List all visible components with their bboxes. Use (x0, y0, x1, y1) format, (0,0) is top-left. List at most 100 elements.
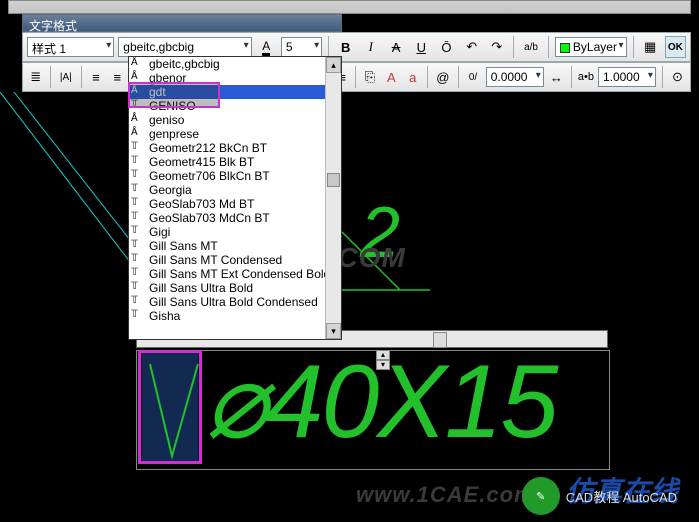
font-option[interactable]: 𝕋 GeoSlab703 MdCn BT (129, 211, 341, 225)
font-option[interactable]: Ågeniso (129, 113, 341, 127)
font-option[interactable]: 𝕋 Gill Sans MT Ext Condensed Bold (129, 267, 341, 281)
truetype-icon: 𝕋 (131, 253, 145, 264)
annotation-highlight-font (128, 82, 220, 108)
lowercase-button[interactable]: a (404, 66, 421, 88)
ok-button[interactable]: OK (665, 36, 686, 58)
text-format-toolbar-1: 样式 1 gbeitc,gbcbig A 5 B I A U Ō ↶ ↷ a/b… (22, 32, 691, 62)
font-option[interactable]: 𝕋 Georgia (129, 183, 341, 197)
truetype-icon: 𝕋 (131, 267, 145, 278)
font-option[interactable]: 𝕋 Gill Sans Ultra Bold Condensed (129, 295, 341, 309)
font-option-label: Georgia (149, 183, 192, 197)
scroll-down-button[interactable]: ▾ (326, 323, 341, 339)
font-option[interactable]: 𝕋 Gill Sans MT (129, 239, 341, 253)
font-option[interactable]: 𝕋 Geometr212 BkCn BT (129, 141, 341, 155)
truetype-icon: 𝕋 (131, 309, 145, 320)
overline-button[interactable]: Ō (436, 36, 457, 58)
options-button[interactable]: ⊙ (669, 66, 686, 88)
font-option-label: GeoSlab703 Md BT (149, 197, 254, 211)
panel-title: 文字格式 (22, 14, 342, 32)
font-option-label: Gill Sans MT Ext Condensed Bold (149, 267, 330, 281)
font-option-label: Gisha (149, 309, 180, 323)
shx-icon: Å (131, 113, 145, 124)
truetype-icon: 𝕋 (131, 141, 145, 152)
truetype-icon: 𝕋 (131, 169, 145, 180)
truetype-icon: 𝕋 (131, 281, 145, 292)
size-combo[interactable]: 5 (281, 37, 322, 57)
font-option[interactable]: Ågbeitc,gbcbig (129, 57, 341, 71)
layer-color-combo[interactable]: ByLayer (555, 37, 627, 57)
truetype-icon: 𝕋 (131, 155, 145, 166)
separator (427, 66, 428, 88)
app-top-frame (8, 0, 691, 14)
font-option[interactable]: 𝕋 Gigi (129, 225, 341, 239)
shx-icon: Å (131, 57, 145, 68)
font-option-label: geniso (149, 113, 184, 127)
oblique-button[interactable]: 0/ (464, 66, 481, 88)
watermark-2: www.1CAE.com (356, 482, 535, 508)
truetype-icon: 𝕋 (131, 211, 145, 222)
dropdown-scrollbar[interactable]: ▴ ▾ (325, 57, 341, 339)
separator (571, 66, 572, 88)
separator (633, 36, 634, 58)
font-option[interactable]: 𝕋 Gisha (129, 309, 341, 323)
uppercase-button[interactable]: A (383, 66, 400, 88)
font-option[interactable]: 𝕋 Gill Sans Ultra Bold (129, 281, 341, 295)
font-option-label: Gigi (149, 225, 170, 239)
scroll-thumb[interactable] (327, 173, 340, 187)
justify-tc-button[interactable]: ≡ (109, 66, 126, 88)
shx-icon: Å (131, 71, 145, 82)
width-factor-label: a•b (578, 71, 594, 83)
tracking-input[interactable]: 0.0000 (486, 67, 544, 87)
font-option-label: Gill Sans Ultra Bold Condensed (149, 295, 318, 309)
font-option-label: Gill Sans MT (149, 239, 218, 253)
style-combo[interactable]: 样式 1 (27, 37, 114, 57)
columns-button[interactable]: ≣ (27, 66, 44, 88)
scroll-up-button[interactable]: ▴ (326, 57, 341, 73)
truetype-icon: 𝕋 (131, 197, 145, 208)
bold-button[interactable]: B (335, 36, 356, 58)
shx-icon: Å (131, 127, 145, 138)
font-option-label: Geometr706 BlkCn BT (149, 169, 270, 183)
undo-button[interactable]: ↶ (461, 36, 482, 58)
font-combo[interactable]: gbeitc,gbcbig (118, 37, 251, 57)
font-color-button[interactable]: A (256, 36, 277, 58)
italic-button[interactable]: I (360, 36, 381, 58)
layer-swatch-icon (560, 43, 570, 53)
font-option-label: GeoSlab703 MdCn BT (149, 211, 270, 225)
text-format-toolbar-2: ≣ |A| ≡ ≡ ≡ ≡ ≡ ≡ ≡ ≡ ≡ ↕≡ 1≡ •≡ ⎘ A a @… (22, 62, 691, 92)
font-option-label: genprese (149, 127, 199, 141)
width-factor-input[interactable]: 1.0000 (598, 67, 656, 87)
font-option[interactable]: Ågenprese (129, 127, 341, 141)
truetype-icon: 𝕋 (131, 183, 145, 194)
mtext-content[interactable]: ⌀40X15 (205, 340, 556, 462)
layer-combo-text: ByLayer (573, 40, 617, 54)
strike-button[interactable]: A (385, 36, 406, 58)
symbol-button[interactable]: @ (434, 66, 451, 88)
badge-text: CAD教程 AutoCAD (566, 487, 677, 506)
mtext-justify-button[interactable]: |A| (57, 66, 74, 88)
font-option-label: Gill Sans Ultra Bold (149, 281, 253, 295)
truetype-icon: 𝕋 (131, 225, 145, 236)
separator (548, 36, 549, 58)
stack-button[interactable]: a/b (520, 36, 541, 58)
separator (458, 66, 459, 88)
redo-button[interactable]: ↷ (486, 36, 507, 58)
underline-button[interactable]: U (411, 36, 432, 58)
font-option[interactable]: 𝕋 GeoSlab703 Md BT (129, 197, 341, 211)
justify-tl-button[interactable]: ≡ (87, 66, 104, 88)
font-option[interactable]: 𝕋 Geometr706 BlkCn BT (129, 169, 341, 183)
font-option-label: gbeitc,gbcbig (149, 57, 220, 71)
tracking-icon: ↔ (548, 66, 565, 88)
truetype-icon: 𝕋 (131, 239, 145, 250)
separator (513, 36, 514, 58)
insert-field-button[interactable]: ⎘ (361, 66, 378, 88)
font-option[interactable]: 𝕋Geometr415 Blk BT (129, 155, 341, 169)
separator (50, 66, 51, 88)
separator (328, 36, 329, 58)
truetype-icon: 𝕋 (131, 295, 145, 306)
ruler-toggle-button[interactable]: ▦ (640, 36, 661, 58)
font-option-label: Geometr212 BkCn BT (149, 141, 267, 155)
font-option[interactable]: 𝕋Gill Sans MT Condensed (129, 253, 341, 267)
source-badge: ✎ CAD教程 AutoCAD (522, 477, 677, 515)
badge-icon: ✎ (522, 477, 560, 515)
